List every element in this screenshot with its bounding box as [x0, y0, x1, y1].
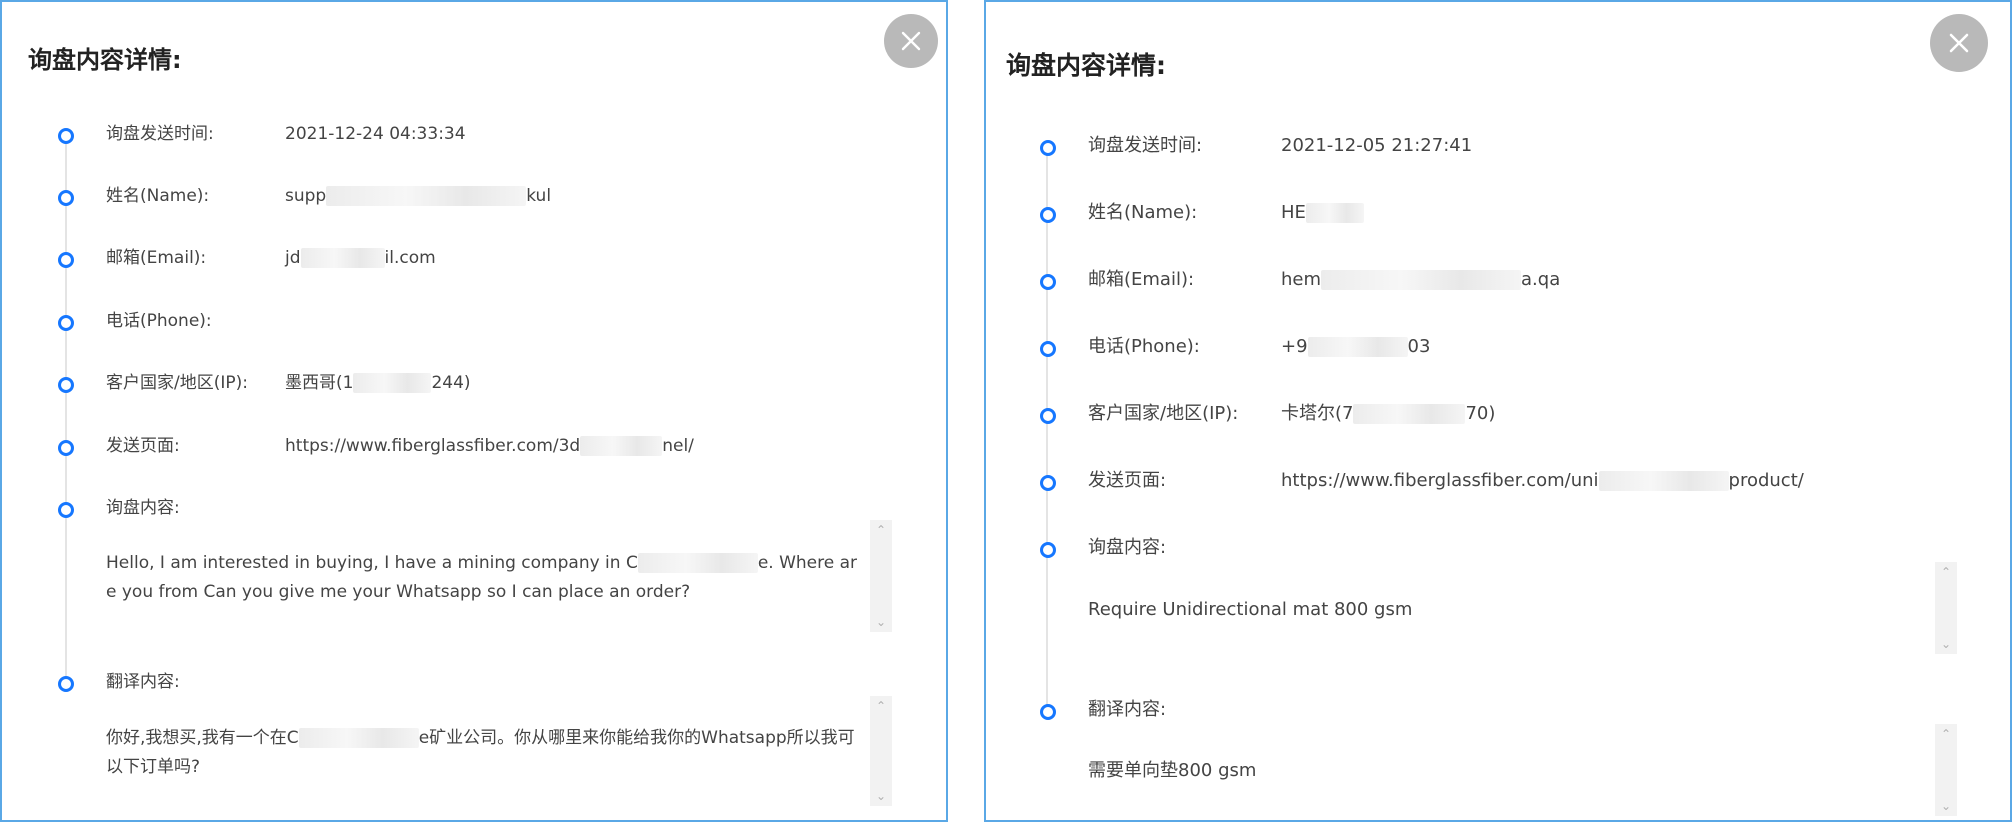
timeline-dot: [58, 128, 74, 144]
field-label: 客户国家/地区(IP):: [1088, 403, 1239, 424]
timeline-dot: [1040, 704, 1056, 720]
field-label: 询盘内容:: [106, 498, 180, 518]
scroll-down-icon[interactable]: ⌄: [1935, 796, 1957, 816]
timeline-dot: [58, 440, 74, 456]
inquiry-scrollbar[interactable]: ⌃ ⌄: [870, 520, 892, 632]
scroll-down-icon[interactable]: ⌄: [1935, 634, 1957, 654]
scroll-up-icon[interactable]: ⌃: [1935, 724, 1957, 744]
redaction-mask: [1353, 404, 1466, 424]
field-label: 电话(Phone):: [106, 311, 212, 331]
inquiry-content-textbox[interactable]: Hello, I am interested in buying, I have…: [106, 549, 866, 619]
translation-scrollbar[interactable]: ⌃ ⌄: [870, 696, 892, 806]
timeline-dot: [1040, 207, 1056, 223]
field-label: 询盘发送时间:: [1088, 135, 1203, 156]
timeline-line: [1046, 145, 1048, 710]
field-value: 墨西哥(1 244): [285, 373, 471, 393]
field-value[interactable]: https://www.fiberglassfiber.com/uni produ…: [1281, 469, 1804, 493]
timeline-dot: [58, 676, 74, 692]
redaction-mask: [637, 553, 758, 573]
scroll-down-icon[interactable]: ⌄: [870, 786, 892, 806]
close-icon: [901, 31, 921, 51]
translation-content-textbox[interactable]: 你好,我想买,我有一个在C e矿业公司。你从哪里来你能给我你的Whatsapp所以…: [106, 724, 866, 790]
field-label: 客户国家/地区(IP):: [106, 373, 248, 393]
field-value[interactable]: https://www.fiberglassfiber.com/3d nel/: [285, 434, 694, 458]
redaction-mask: [298, 728, 419, 748]
translation-scrollbar[interactable]: ⌃ ⌄: [1935, 724, 1957, 816]
redaction-mask: [1307, 337, 1408, 357]
field-value: jd il.com: [285, 248, 436, 268]
inquiry-detail-panel-left: 询盘内容详情: 询盘发送时间: 2021-12-24 04:33:34 姓名(N…: [0, 0, 948, 822]
close-icon: [1949, 33, 1969, 53]
field-label: 发送页面:: [106, 436, 180, 456]
field-label: 邮箱(Email):: [1088, 269, 1195, 290]
redaction-mask: [1598, 471, 1729, 491]
redaction-mask: [1305, 203, 1364, 223]
field-label: 邮箱(Email):: [106, 248, 207, 268]
field-value: HE: [1281, 201, 1364, 225]
scroll-up-icon[interactable]: ⌃: [1935, 562, 1957, 582]
timeline-line: [65, 132, 67, 682]
field-value: 2021-12-05 21:27:41: [1281, 135, 1473, 156]
timeline-dot: [1040, 408, 1056, 424]
inquiry-scrollbar[interactable]: ⌃ ⌄: [1935, 562, 1957, 654]
redaction-mask: [326, 186, 527, 206]
redaction-mask: [1321, 270, 1522, 290]
timeline-dot: [1040, 140, 1056, 156]
inquiry-content-textbox[interactable]: Require Unidirectional mat 800 gsm: [1088, 595, 1908, 635]
field-value: 卡塔尔(7 70): [1281, 403, 1496, 424]
scroll-up-icon[interactable]: ⌃: [870, 696, 892, 716]
timeline-dot: [1040, 475, 1056, 491]
field-label: 姓名(Name):: [106, 186, 210, 206]
field-label: 询盘内容:: [1088, 537, 1167, 558]
scroll-up-icon[interactable]: ⌃: [870, 520, 892, 540]
field-label: 姓名(Name):: [1088, 202, 1198, 223]
close-button[interactable]: [884, 14, 938, 68]
field-label: 翻译内容:: [1088, 699, 1167, 720]
redaction-mask: [300, 248, 385, 268]
timeline-dot: [58, 377, 74, 393]
redaction-mask: [353, 373, 432, 393]
field-label: 询盘发送时间:: [106, 124, 214, 144]
scroll-down-icon[interactable]: ⌄: [870, 612, 892, 632]
timeline-dot: [1040, 542, 1056, 558]
timeline-dot: [58, 502, 74, 518]
timeline-dot: [58, 315, 74, 331]
field-value: 2021-12-24 04:33:34: [285, 124, 466, 144]
panel-title: 询盘内容详情:: [28, 46, 182, 74]
field-label: 翻译内容:: [106, 672, 180, 692]
field-value: hem a.qa: [1281, 269, 1561, 290]
field-label: 电话(Phone):: [1088, 336, 1200, 357]
timeline-dot: [58, 190, 74, 206]
panel-title: 询盘内容详情:: [1006, 51, 1166, 80]
field-label: 发送页面:: [1088, 470, 1167, 491]
translation-content-textbox[interactable]: 需要单向垫800 gsm: [1088, 756, 1908, 796]
close-button[interactable]: [1930, 14, 1988, 72]
redaction-mask: [580, 436, 663, 456]
timeline-dot: [1040, 341, 1056, 357]
timeline-dot: [1040, 274, 1056, 290]
timeline-dot: [58, 252, 74, 268]
inquiry-detail-panel-right: 询盘内容详情: 询盘发送时间: 2021-12-05 21:27:41 姓名(N…: [984, 0, 2012, 822]
field-value: +9 03: [1281, 336, 1431, 357]
field-value: supp kul: [285, 186, 552, 206]
